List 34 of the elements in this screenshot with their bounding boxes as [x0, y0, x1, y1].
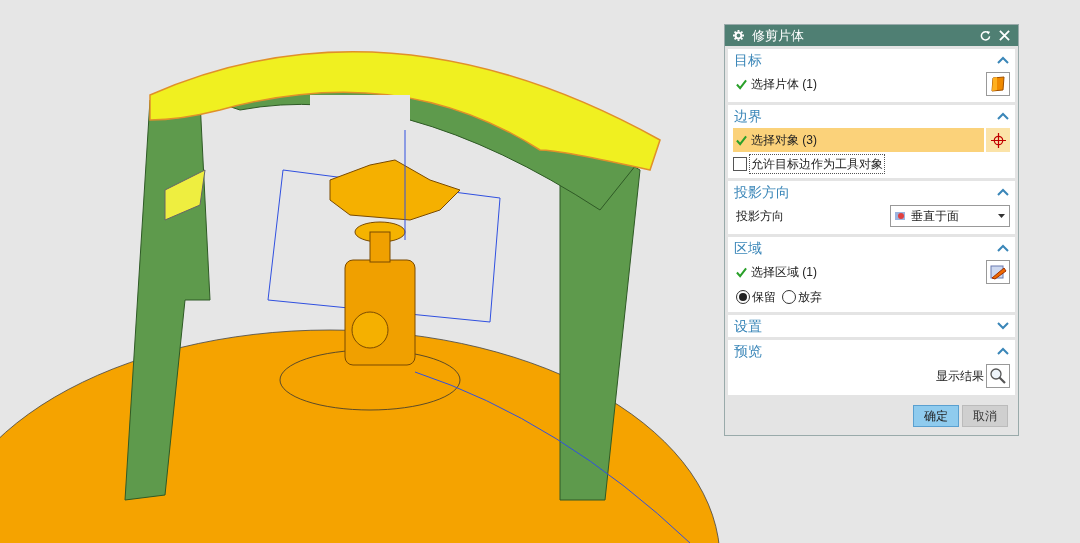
radio-option[interactable]: 放弃 [782, 288, 822, 306]
show-result-button[interactable] [986, 364, 1010, 388]
dialog-button[interactable]: 取消 [962, 405, 1008, 427]
collapse-icon[interactable] [997, 112, 1009, 120]
section-title[interactable]: 边界 [734, 105, 762, 127]
selection-row[interactable]: 选择对象 (3) [733, 128, 984, 152]
radio-option[interactable]: 保留 [736, 288, 776, 306]
section-title[interactable]: 区域 [734, 237, 762, 259]
field-label: 投影方向 [736, 208, 784, 225]
collapse-icon[interactable] [997, 56, 1009, 64]
section-title[interactable]: 目标 [734, 49, 762, 71]
collapse-icon[interactable] [997, 188, 1009, 196]
dialog-button[interactable]: 确定 [913, 405, 959, 427]
selection-row[interactable]: 选择片体 (1) [733, 72, 984, 96]
selection-row[interactable]: 选择区域 (1) [733, 260, 984, 284]
region-button[interactable] [986, 260, 1010, 284]
checkbox[interactable] [733, 157, 747, 171]
collapse-icon[interactable] [997, 244, 1009, 252]
action-label: 显示结果 [936, 368, 984, 385]
sheet-button[interactable] [986, 72, 1010, 96]
section-title[interactable]: 设置 [734, 315, 762, 337]
dialog-title: 修剪片体 [752, 26, 805, 45]
expand-icon[interactable] [997, 322, 1009, 330]
section-title[interactable]: 投影方向 [734, 181, 790, 203]
reset-icon[interactable] [980, 30, 991, 41]
direction-icon [895, 211, 907, 221]
crosshair-button[interactable] [986, 128, 1010, 152]
settings-icon[interactable] [733, 30, 744, 41]
checkbox-label: 允许目标边作为工具对象 [749, 154, 885, 174]
dropdown-caret-icon [998, 214, 1005, 218]
close-icon[interactable] [999, 30, 1010, 41]
collapse-icon[interactable] [997, 347, 1009, 355]
direction-dropdown[interactable]: 垂直于面 [890, 205, 1010, 227]
section-title[interactable]: 预览 [734, 340, 762, 362]
